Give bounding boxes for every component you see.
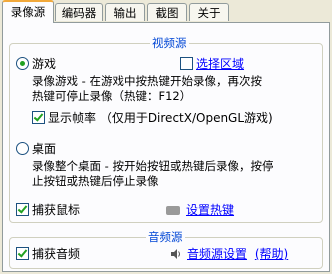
select-region-link[interactable]: 选择区域 (196, 57, 244, 71)
capture-audio-label: 捕获音频 (32, 247, 81, 261)
game-radio-label: 游戏 (32, 57, 57, 71)
video-source-group: 视频源 游戏 选择区域 录像游戏 - 在游戏中按热键开始录像，再次按 热键可停止… (9, 36, 323, 223)
set-hotkey-control[interactable]: 设置热键 (166, 202, 234, 218)
audio-settings-link[interactable]: 音频源设置 (187, 247, 247, 261)
desktop-desc-line2: 止按钮或热键后停止录像 (32, 174, 159, 188)
video-source-title: 视频源 (150, 36, 189, 50)
tab-strip: 录像源 编码器 输出 截图 关于 (0, 0, 332, 23)
show-fps-checkbox[interactable]: 显示帧率 （仅用于DirectX/OpenGL游戏) (32, 110, 273, 126)
desktop-description: 录像整个桌面 - 按开始按钮或热键后录像，按停 止按钮或热键后停止录像 (32, 159, 273, 189)
select-region-checkbox[interactable]: 选择区域 (180, 56, 244, 72)
game-desc-line1: 录像游戏 - 在游戏中按热键开始录像，再次按 (32, 74, 262, 88)
tab-output[interactable]: 输出 (105, 3, 145, 21)
tab-recording-source[interactable]: 录像源 (2, 0, 54, 23)
help-link[interactable]: (帮助) (255, 247, 288, 261)
capture-mouse-label: 捕获鼠标 (32, 203, 81, 217)
desktop-desc-line1: 录像整个桌面 - 按开始按钮或热键后录像，按停 (32, 159, 274, 173)
checkbox-checked-icon (32, 111, 45, 124)
tab-screenshot[interactable]: 截图 (147, 3, 187, 21)
checkbox-unchecked-icon (180, 57, 193, 70)
set-hotkey-link[interactable]: 设置热键 (186, 203, 234, 217)
show-fps-label: 显示帧率 （仅用于DirectX/OpenGL游戏) (48, 111, 273, 125)
tab-encoder[interactable]: 编码器 (55, 3, 103, 21)
desktop-radio[interactable]: 桌面 (16, 141, 56, 157)
desktop-radio-label: 桌面 (32, 142, 57, 156)
speaker-icon (171, 249, 180, 259)
capture-mouse-checkbox[interactable]: 捕获鼠标 (16, 202, 80, 218)
capture-audio-checkbox[interactable]: 捕获音频 (16, 246, 80, 262)
checkbox-checked-icon (16, 203, 29, 216)
keyboard-icon (166, 206, 180, 215)
audio-settings-control[interactable]: 音频源设置 (帮助) (170, 246, 288, 262)
game-description: 录像游戏 - 在游戏中按热键开始录像，再次按 热键可停止录像（热键：F12） (32, 74, 262, 104)
game-desc-line2: 热键可停止录像（热键：F12） (32, 89, 192, 103)
game-radio[interactable]: 游戏 (16, 56, 56, 72)
checkbox-checked-icon (16, 247, 29, 260)
radio-selected-icon (16, 57, 29, 70)
tab-about[interactable]: 关于 (189, 3, 229, 21)
audio-source-group: 音频源 捕获音频 音频源设置 (帮助) (9, 230, 323, 269)
radio-unselected-icon (16, 142, 29, 155)
tab-panel: 视频源 游戏 选择区域 录像游戏 - 在游戏中按热键开始录像，再次按 热键可停止… (2, 22, 330, 272)
audio-source-title: 音频源 (146, 230, 185, 244)
